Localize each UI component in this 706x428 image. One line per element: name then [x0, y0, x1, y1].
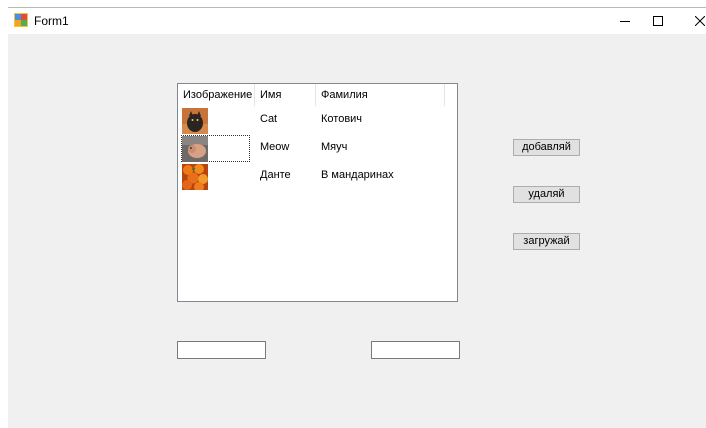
cell-first-name: Данте [260, 169, 291, 181]
right-textbox[interactable] [371, 341, 460, 359]
column-header-last-name[interactable]: Фамилия [316, 84, 445, 106]
people-listview[interactable]: Изображение Имя Фамилия Cat Котович Meow… [177, 83, 458, 302]
tangerines-photo-icon [182, 164, 208, 190]
column-header-image[interactable]: Изображение [178, 84, 255, 106]
cell-first-name: Meow [260, 141, 290, 153]
column-header-first-name[interactable]: Имя [255, 84, 316, 106]
cell-last-name: В мандаринах [321, 169, 394, 181]
cell-last-name: Котович [321, 113, 363, 125]
form-app-icon [14, 13, 28, 27]
left-textbox[interactable] [177, 341, 266, 359]
title-bar[interactable]: Form1 [8, 7, 706, 35]
delete-button[interactable]: удаляй [513, 186, 580, 203]
form-client-area: Изображение Имя Фамилия Cat Котович Meow… [8, 34, 706, 428]
maximize-button[interactable] [638, 8, 678, 34]
table-row[interactable]: Данте В мандаринах [178, 162, 457, 190]
table-row[interactable]: Cat Котович [178, 106, 457, 134]
cell-last-name: Мяуч [321, 141, 348, 153]
close-icon [695, 16, 705, 26]
load-button[interactable]: загружай [513, 233, 580, 250]
cat-photo-2-icon [182, 136, 208, 162]
minimize-icon [620, 21, 630, 22]
window-title: Form1 [34, 14, 69, 28]
close-button[interactable] [680, 8, 706, 34]
cell-first-name: Cat [260, 113, 278, 125]
cat-photo-icon [182, 108, 208, 134]
listview-header: Изображение Имя Фамилия [178, 84, 457, 106]
add-button[interactable]: добавляй [513, 139, 580, 156]
maximize-icon [653, 16, 663, 26]
table-row[interactable]: Meow Мяуч [178, 134, 457, 162]
